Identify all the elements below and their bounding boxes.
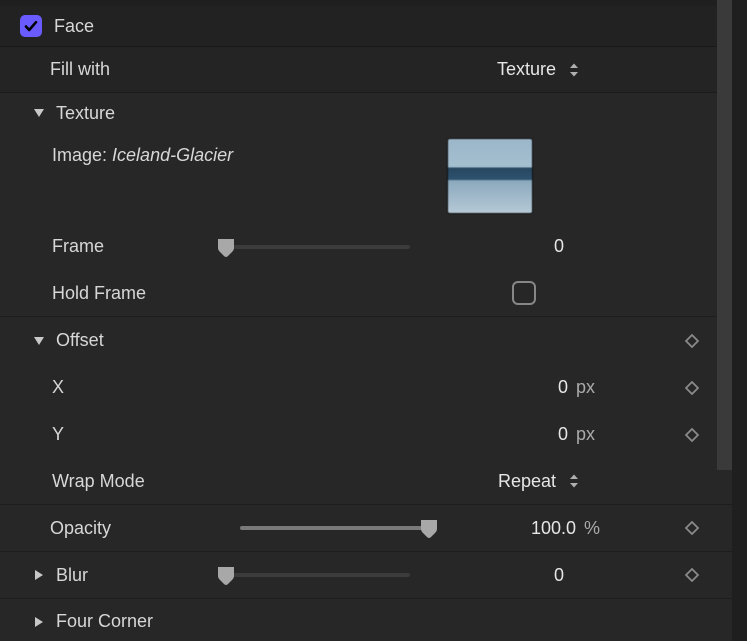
image-name: Iceland-Glacier xyxy=(112,145,233,165)
stepper-icon xyxy=(566,60,582,80)
fill-with-select[interactable]: Texture xyxy=(497,59,582,80)
image-label: Image: xyxy=(52,145,107,165)
blur-slider[interactable] xyxy=(220,564,410,586)
blur-label: Blur xyxy=(56,565,88,586)
opacity-unit: % xyxy=(584,518,608,539)
hold-frame-checkbox[interactable] xyxy=(512,281,536,305)
blur-value[interactable]: 0 xyxy=(512,565,564,586)
four-corner-label: Four Corner xyxy=(56,611,153,632)
stepper-icon xyxy=(566,471,582,491)
offset-x-label: X xyxy=(52,377,64,398)
frame-label: Frame xyxy=(52,236,104,257)
texture-heading: Texture xyxy=(56,103,115,124)
offset-y-value[interactable]: 0 xyxy=(516,424,568,445)
blur-disclosure-triangle[interactable] xyxy=(32,568,46,582)
hold-frame-label: Hold Frame xyxy=(52,283,146,304)
offset-y-keyframe-button[interactable] xyxy=(684,427,700,443)
four-corner-disclosure-triangle[interactable] xyxy=(32,615,46,629)
offset-x-value[interactable]: 0 xyxy=(516,377,568,398)
face-enable-checkbox[interactable] xyxy=(20,15,42,37)
fill-with-label: Fill with xyxy=(50,59,110,80)
offset-x-unit: px xyxy=(576,377,600,398)
image-well[interactable] xyxy=(448,139,532,213)
wrap-mode-label: Wrap Mode xyxy=(52,471,145,492)
frame-slider[interactable] xyxy=(220,236,410,258)
opacity-keyframe-button[interactable] xyxy=(684,520,700,536)
opacity-label: Opacity xyxy=(50,518,111,539)
vertical-scrollbar[interactable] xyxy=(717,0,732,470)
fill-with-value: Texture xyxy=(497,59,556,80)
offset-disclosure-triangle[interactable] xyxy=(32,334,46,348)
offset-y-label: Y xyxy=(52,424,64,445)
opacity-value[interactable]: 100.0 xyxy=(524,518,576,539)
offset-x-keyframe-button[interactable] xyxy=(684,380,700,396)
face-title: Face xyxy=(54,16,94,37)
wrap-mode-value: Repeat xyxy=(498,471,556,492)
frame-value[interactable]: 0 xyxy=(512,236,564,257)
offset-heading: Offset xyxy=(56,330,104,351)
offset-keyframe-button[interactable] xyxy=(684,333,700,349)
blur-keyframe-button[interactable] xyxy=(684,567,700,583)
wrap-mode-select[interactable]: Repeat xyxy=(498,471,582,492)
scrollbar-thumb[interactable] xyxy=(717,0,732,470)
offset-y-unit: px xyxy=(576,424,600,445)
opacity-slider[interactable] xyxy=(240,517,435,539)
texture-disclosure-triangle[interactable] xyxy=(32,106,46,120)
